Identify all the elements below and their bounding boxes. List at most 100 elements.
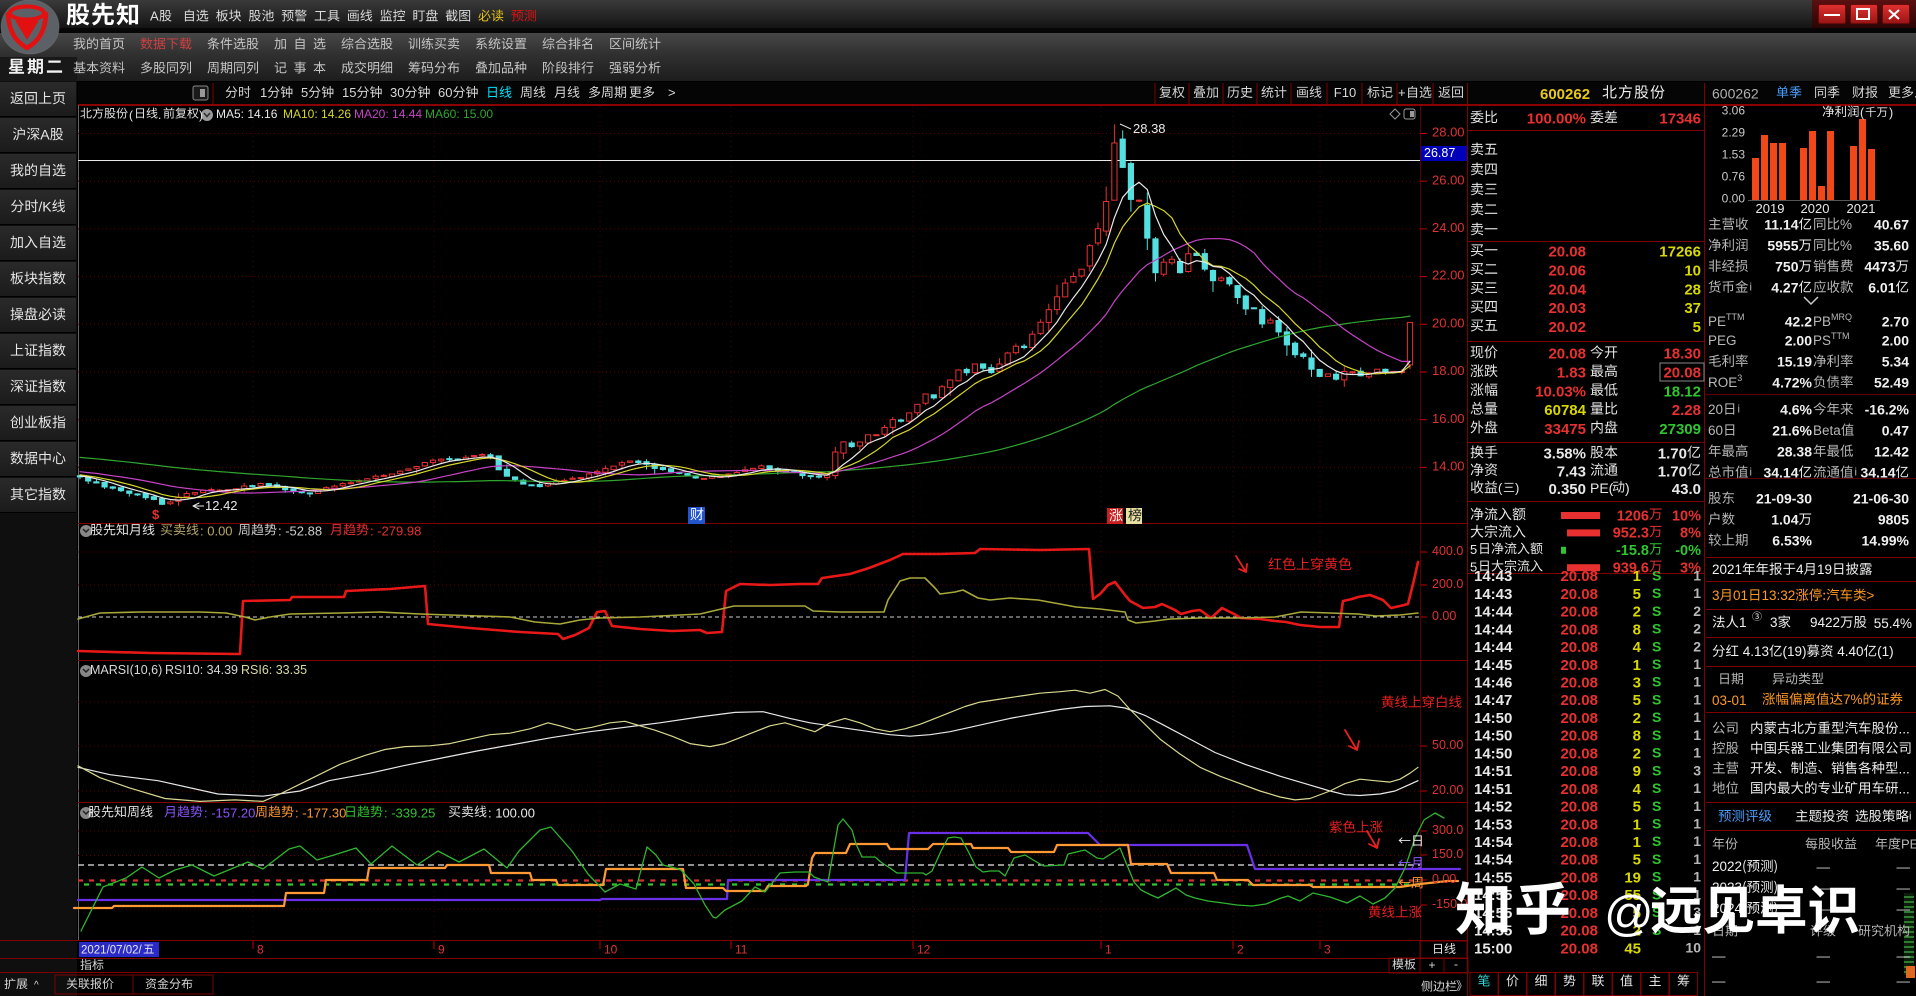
svg-text:: -279.98: : -279.98 bbox=[370, 524, 421, 539]
svg-text:2.00: 2.00 bbox=[1785, 332, 1812, 348]
svg-text:2.28: 2.28 bbox=[1672, 402, 1701, 419]
svg-text:): ) bbox=[1625, 480, 1630, 496]
svg-text:1: 1 bbox=[1739, 615, 1747, 630]
svg-text:^: ^ bbox=[34, 980, 39, 991]
svg-text:%: % bbox=[1840, 217, 1852, 232]
svg-text:1: 1 bbox=[1633, 657, 1641, 674]
svg-text:20.08: 20.08 bbox=[1548, 244, 1586, 261]
svg-text:3: 3 bbox=[1693, 762, 1701, 778]
svg-text:1: 1 bbox=[1693, 585, 1701, 601]
svg-text:20.08: 20.08 bbox=[1560, 799, 1598, 816]
svg-text:4.72%: 4.72% bbox=[1772, 374, 1812, 390]
svg-text:20.08: 20.08 bbox=[1560, 675, 1598, 692]
svg-text:14:50: 14:50 bbox=[1474, 728, 1512, 745]
svg-text:S: S bbox=[1652, 621, 1661, 637]
svg-text:.: . bbox=[158, 108, 161, 122]
svg-text:PE: PE bbox=[1708, 314, 1726, 329]
svg-text:14:53: 14:53 bbox=[1474, 816, 1512, 833]
svg-text:): ) bbox=[1515, 480, 1519, 495]
svg-text:0.47: 0.47 bbox=[1882, 422, 1909, 438]
svg-text:i: i bbox=[1738, 404, 1740, 416]
svg-text:i: i bbox=[1855, 467, 1857, 479]
svg-text:10: 10 bbox=[604, 942, 618, 956]
svg-text:400.0: 400.0 bbox=[1432, 544, 1463, 558]
svg-text:—: — bbox=[1897, 974, 1911, 989]
svg-text:40.67: 40.67 bbox=[1874, 216, 1909, 232]
svg-text:1.83: 1.83 bbox=[1557, 365, 1586, 382]
svg-text:—: — bbox=[1817, 974, 1831, 989]
svg-text:S: S bbox=[1652, 780, 1661, 796]
svg-text:>: > bbox=[668, 85, 676, 100]
svg-text:20.08: 20.08 bbox=[1560, 940, 1598, 957]
svg-text:20.08: 20.08 bbox=[1663, 365, 1701, 382]
svg-text:8: 8 bbox=[257, 942, 264, 956]
svg-text:0.00: 0.00 bbox=[1432, 609, 1456, 623]
svg-text:28.38: 28.38 bbox=[1133, 121, 1166, 136]
svg-text:20.08: 20.08 bbox=[1560, 816, 1598, 833]
svg-text:52.49: 52.49 bbox=[1874, 374, 1909, 390]
svg-text:3.06: 3.06 bbox=[1722, 103, 1746, 117]
svg-text:20.08: 20.08 bbox=[1560, 763, 1598, 780]
svg-text:8%: 8% bbox=[1680, 526, 1701, 542]
svg-text:17346: 17346 bbox=[1659, 111, 1701, 128]
svg-text:+: + bbox=[1398, 85, 1406, 100]
svg-text:35.60: 35.60 bbox=[1874, 237, 1909, 253]
svg-text:1.53: 1.53 bbox=[1722, 147, 1746, 161]
svg-text:13:32: 13:32 bbox=[1762, 588, 1796, 603]
svg-text:21.6%: 21.6% bbox=[1772, 422, 1812, 438]
svg-text:16.00: 16.00 bbox=[1432, 411, 1465, 426]
svg-text:12.42: 12.42 bbox=[205, 498, 238, 513]
svg-text:-: - bbox=[1454, 957, 1458, 971]
svg-text:5.34: 5.34 bbox=[1882, 353, 1909, 369]
svg-text:5: 5 bbox=[1633, 586, 1641, 603]
svg-text:750: 750 bbox=[1775, 258, 1799, 274]
svg-text:2: 2 bbox=[1693, 603, 1701, 619]
svg-text:8: 8 bbox=[1633, 621, 1641, 638]
svg-text:14:44: 14:44 bbox=[1474, 604, 1513, 621]
svg-text:14:43: 14:43 bbox=[1474, 586, 1512, 603]
svg-text:30: 30 bbox=[390, 85, 404, 100]
svg-text:(19): (19) bbox=[1783, 644, 1807, 659]
svg-text:3.58%: 3.58% bbox=[1543, 446, 1586, 463]
svg-text:20.08: 20.08 bbox=[1560, 710, 1598, 727]
svg-text:1: 1 bbox=[1633, 834, 1641, 851]
svg-text:1: 1 bbox=[1105, 942, 1112, 956]
svg-text:34.14: 34.14 bbox=[1763, 464, 1798, 480]
svg-text:@: @ bbox=[1604, 887, 1654, 941]
svg-text:5: 5 bbox=[1470, 542, 1477, 557]
svg-text:20.00: 20.00 bbox=[1432, 315, 1465, 330]
svg-text:19: 19 bbox=[1817, 562, 1832, 577]
svg-text:S: S bbox=[1652, 603, 1661, 619]
svg-text:1: 1 bbox=[1693, 833, 1701, 849]
svg-text:100.00%: 100.00% bbox=[1527, 111, 1586, 128]
svg-text:S: S bbox=[1652, 692, 1661, 708]
svg-text:S: S bbox=[1652, 585, 1661, 601]
svg-text:28.00: 28.00 bbox=[1432, 125, 1465, 140]
svg-text:20.08: 20.08 bbox=[1560, 834, 1598, 851]
svg-text:1: 1 bbox=[1633, 568, 1641, 585]
svg-text:1.04: 1.04 bbox=[1771, 511, 1798, 527]
svg-text:MA20: 14.44: MA20: 14.44 bbox=[354, 107, 422, 121]
svg-text:ROE: ROE bbox=[1708, 375, 1737, 390]
svg-text:18.12: 18.12 bbox=[1663, 383, 1701, 400]
svg-text:5: 5 bbox=[1633, 799, 1641, 816]
svg-text:—: — bbox=[1712, 949, 1726, 964]
svg-text:17266: 17266 bbox=[1659, 244, 1701, 261]
svg-text:2: 2 bbox=[1237, 942, 1244, 956]
svg-text:20.03: 20.03 bbox=[1548, 300, 1586, 317]
svg-text:0.00: 0.00 bbox=[1722, 191, 1746, 205]
svg-text:20.08: 20.08 bbox=[1548, 346, 1586, 363]
svg-text:A: A bbox=[150, 9, 159, 24]
svg-text:20.08: 20.08 bbox=[1560, 604, 1598, 621]
svg-text:10.03%: 10.03% bbox=[1535, 383, 1586, 400]
svg-text:14:45: 14:45 bbox=[1474, 657, 1512, 674]
svg-text:9805: 9805 bbox=[1878, 511, 1909, 527]
svg-text:6.53%: 6.53% bbox=[1772, 532, 1812, 548]
svg-text:20.00: 20.00 bbox=[1432, 783, 1463, 797]
svg-text:5955: 5955 bbox=[1767, 237, 1798, 253]
svg-text:4: 4 bbox=[1633, 781, 1642, 798]
svg-text:4.13: 4.13 bbox=[1739, 644, 1769, 659]
svg-text:MARSI(10,6): MARSI(10,6) bbox=[90, 663, 162, 677]
svg-text:(: ( bbox=[1860, 106, 1865, 120]
svg-text:2: 2 bbox=[1693, 638, 1701, 654]
